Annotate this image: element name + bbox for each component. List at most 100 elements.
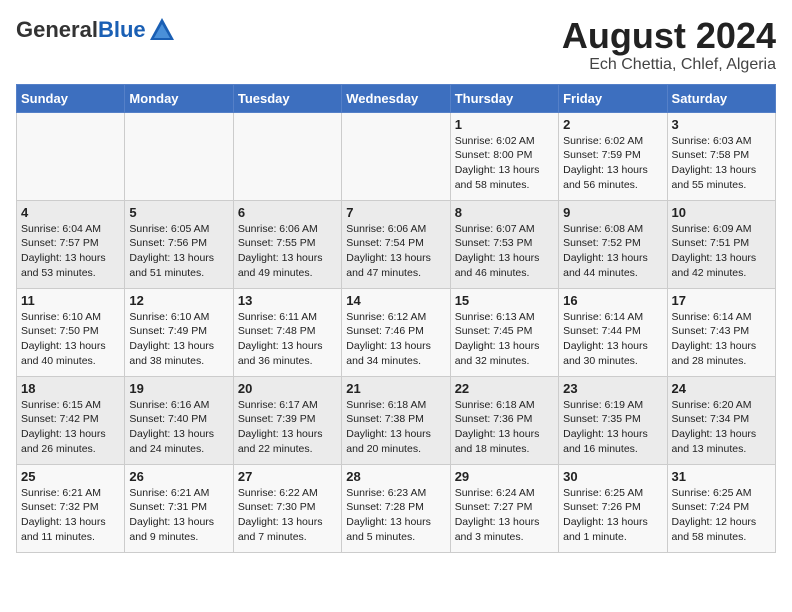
- calendar-week-row: 18 Sunrise: 6:15 AMSunset: 7:42 PMDayligh…: [17, 376, 776, 464]
- day-number: 9: [563, 205, 662, 220]
- calendar-cell: 4 Sunrise: 6:04 AMSunset: 7:57 PMDaylight…: [17, 200, 125, 288]
- calendar-week-row: 25 Sunrise: 6:21 AMSunset: 7:32 PMDayligh…: [17, 464, 776, 552]
- header-row: SundayMondayTuesdayWednesdayThursdayFrid…: [17, 84, 776, 112]
- day-number: 8: [455, 205, 554, 220]
- weekday-header: Friday: [559, 84, 667, 112]
- day-number: 14: [346, 293, 445, 308]
- day-number: 4: [21, 205, 120, 220]
- calendar-cell: 16 Sunrise: 6:14 AMSunset: 7:44 PMDayligh…: [559, 288, 667, 376]
- weekday-header: Sunday: [17, 84, 125, 112]
- weekday-header: Monday: [125, 84, 233, 112]
- calendar-cell: 19 Sunrise: 6:16 AMSunset: 7:40 PMDayligh…: [125, 376, 233, 464]
- day-number: 25: [21, 469, 120, 484]
- day-info: Sunrise: 6:15 AMSunset: 7:42 PMDaylight:…: [21, 398, 120, 457]
- weekday-header: Tuesday: [233, 84, 341, 112]
- day-info: Sunrise: 6:10 AMSunset: 7:49 PMDaylight:…: [129, 310, 228, 369]
- day-number: 6: [238, 205, 337, 220]
- day-info: Sunrise: 6:22 AMSunset: 7:30 PMDaylight:…: [238, 486, 337, 545]
- day-info: Sunrise: 6:23 AMSunset: 7:28 PMDaylight:…: [346, 486, 445, 545]
- day-info: Sunrise: 6:24 AMSunset: 7:27 PMDaylight:…: [455, 486, 554, 545]
- calendar-cell: 28 Sunrise: 6:23 AMSunset: 7:28 PMDayligh…: [342, 464, 450, 552]
- calendar-cell: 8 Sunrise: 6:07 AMSunset: 7:53 PMDaylight…: [450, 200, 558, 288]
- day-info: Sunrise: 6:12 AMSunset: 7:46 PMDaylight:…: [346, 310, 445, 369]
- calendar-cell: [233, 112, 341, 200]
- day-number: 10: [672, 205, 771, 220]
- day-info: Sunrise: 6:18 AMSunset: 7:38 PMDaylight:…: [346, 398, 445, 457]
- day-info: Sunrise: 6:19 AMSunset: 7:35 PMDaylight:…: [563, 398, 662, 457]
- day-info: Sunrise: 6:13 AMSunset: 7:45 PMDaylight:…: [455, 310, 554, 369]
- day-info: Sunrise: 6:21 AMSunset: 7:32 PMDaylight:…: [21, 486, 120, 545]
- page-header: GeneralBlue August 2024 Ech Chettia, Chl…: [16, 16, 776, 74]
- day-number: 24: [672, 381, 771, 396]
- page-title: August 2024: [562, 16, 776, 56]
- calendar-cell: 24Sunrise: 6:20 AMSunset: 7:34 PMDayligh…: [667, 376, 775, 464]
- day-number: 29: [455, 469, 554, 484]
- day-number: 20: [238, 381, 337, 396]
- weekday-header: Saturday: [667, 84, 775, 112]
- title-block: August 2024 Ech Chettia, Chlef, Algeria: [562, 16, 776, 74]
- calendar-cell: [17, 112, 125, 200]
- logo-icon: [148, 16, 176, 44]
- day-info: Sunrise: 6:07 AMSunset: 7:53 PMDaylight:…: [455, 222, 554, 281]
- calendar-cell: 6 Sunrise: 6:06 AMSunset: 7:55 PMDaylight…: [233, 200, 341, 288]
- calendar-cell: 31Sunrise: 6:25 AMSunset: 7:24 PMDayligh…: [667, 464, 775, 552]
- day-info: Sunrise: 6:16 AMSunset: 7:40 PMDaylight:…: [129, 398, 228, 457]
- logo-blue: Blue: [98, 17, 146, 42]
- day-info: Sunrise: 6:04 AMSunset: 7:57 PMDaylight:…: [21, 222, 120, 281]
- calendar-cell: 27 Sunrise: 6:22 AMSunset: 7:30 PMDayligh…: [233, 464, 341, 552]
- calendar-cell: 1 Sunrise: 6:02 AMSunset: 8:00 PMDaylight…: [450, 112, 558, 200]
- calendar-cell: 5 Sunrise: 6:05 AMSunset: 7:56 PMDaylight…: [125, 200, 233, 288]
- day-number: 13: [238, 293, 337, 308]
- logo-text: GeneralBlue: [16, 19, 146, 41]
- page-subtitle: Ech Chettia, Chlef, Algeria: [562, 56, 776, 74]
- day-number: 30: [563, 469, 662, 484]
- weekday-header: Wednesday: [342, 84, 450, 112]
- calendar-cell: [125, 112, 233, 200]
- day-info: Sunrise: 6:17 AMSunset: 7:39 PMDaylight:…: [238, 398, 337, 457]
- calendar-cell: 12 Sunrise: 6:10 AMSunset: 7:49 PMDayligh…: [125, 288, 233, 376]
- day-info: Sunrise: 6:25 AMSunset: 7:24 PMDaylight:…: [672, 486, 771, 545]
- day-info: Sunrise: 6:06 AMSunset: 7:54 PMDaylight:…: [346, 222, 445, 281]
- day-info: Sunrise: 6:02 AMSunset: 8:00 PMDaylight:…: [455, 134, 554, 193]
- day-number: 15: [455, 293, 554, 308]
- day-info: Sunrise: 6:18 AMSunset: 7:36 PMDaylight:…: [455, 398, 554, 457]
- day-info: Sunrise: 6:11 AMSunset: 7:48 PMDaylight:…: [238, 310, 337, 369]
- calendar-table: SundayMondayTuesdayWednesdayThursdayFrid…: [16, 84, 776, 553]
- calendar-cell: 15 Sunrise: 6:13 AMSunset: 7:45 PMDayligh…: [450, 288, 558, 376]
- day-info: Sunrise: 6:21 AMSunset: 7:31 PMDaylight:…: [129, 486, 228, 545]
- calendar-cell: 13 Sunrise: 6:11 AMSunset: 7:48 PMDayligh…: [233, 288, 341, 376]
- calendar-cell: 7 Sunrise: 6:06 AMSunset: 7:54 PMDaylight…: [342, 200, 450, 288]
- day-number: 5: [129, 205, 228, 220]
- day-number: 22: [455, 381, 554, 396]
- day-number: 12: [129, 293, 228, 308]
- day-number: 19: [129, 381, 228, 396]
- calendar-cell: 20 Sunrise: 6:17 AMSunset: 7:39 PMDayligh…: [233, 376, 341, 464]
- calendar-cell: 25 Sunrise: 6:21 AMSunset: 7:32 PMDayligh…: [17, 464, 125, 552]
- calendar-week-row: 11Sunrise: 6:10 AMSunset: 7:50 PMDayligh…: [17, 288, 776, 376]
- day-number: 27: [238, 469, 337, 484]
- calendar-cell: 30Sunrise: 6:25 AMSunset: 7:26 PMDayligh…: [559, 464, 667, 552]
- day-number: 26: [129, 469, 228, 484]
- calendar-cell: 21Sunrise: 6:18 AMSunset: 7:38 PMDayligh…: [342, 376, 450, 464]
- logo: GeneralBlue: [16, 16, 176, 44]
- day-info: Sunrise: 6:09 AMSunset: 7:51 PMDaylight:…: [672, 222, 771, 281]
- calendar-cell: 3 Sunrise: 6:03 AMSunset: 7:58 PMDaylight…: [667, 112, 775, 200]
- day-number: 1: [455, 117, 554, 132]
- day-number: 11: [21, 293, 120, 308]
- calendar-cell: 11Sunrise: 6:10 AMSunset: 7:50 PMDayligh…: [17, 288, 125, 376]
- calendar-cell: 22 Sunrise: 6:18 AMSunset: 7:36 PMDayligh…: [450, 376, 558, 464]
- day-info: Sunrise: 6:05 AMSunset: 7:56 PMDaylight:…: [129, 222, 228, 281]
- day-number: 2: [563, 117, 662, 132]
- day-info: Sunrise: 6:03 AMSunset: 7:58 PMDaylight:…: [672, 134, 771, 193]
- day-number: 3: [672, 117, 771, 132]
- calendar-cell: 14 Sunrise: 6:12 AMSunset: 7:46 PMDayligh…: [342, 288, 450, 376]
- weekday-header: Thursday: [450, 84, 558, 112]
- day-number: 28: [346, 469, 445, 484]
- day-number: 18: [21, 381, 120, 396]
- calendar-cell: 29 Sunrise: 6:24 AMSunset: 7:27 PMDayligh…: [450, 464, 558, 552]
- day-number: 7: [346, 205, 445, 220]
- day-number: 16: [563, 293, 662, 308]
- day-info: Sunrise: 6:14 AMSunset: 7:44 PMDaylight:…: [563, 310, 662, 369]
- day-info: Sunrise: 6:06 AMSunset: 7:55 PMDaylight:…: [238, 222, 337, 281]
- logo-general: General: [16, 17, 98, 42]
